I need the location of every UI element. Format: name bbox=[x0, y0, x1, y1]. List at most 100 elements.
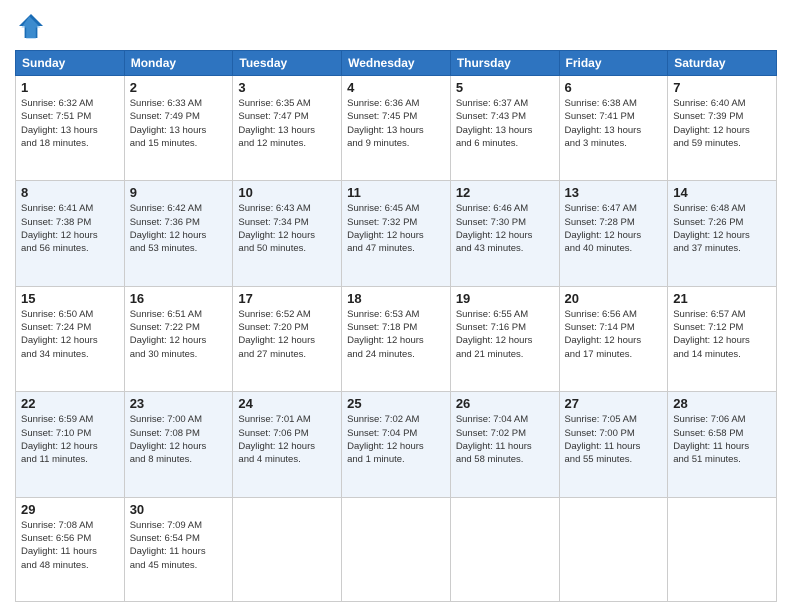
calendar-cell: 28 Sunrise: 7:06 AMSunset: 6:58 PMDayligh… bbox=[668, 392, 777, 497]
day-number: 12 bbox=[456, 185, 554, 200]
day-number: 15 bbox=[21, 291, 119, 306]
calendar-cell: 22Sunrise: 6:59 AMSunset: 7:10 PMDayligh… bbox=[16, 392, 125, 497]
calendar-cell: 24 Sunrise: 7:01 AMSunset: 7:06 PMDayligh… bbox=[233, 392, 342, 497]
calendar-cell: 12 Sunrise: 6:46 AMSunset: 7:30 PMDayligh… bbox=[450, 181, 559, 286]
day-number: 30 bbox=[130, 502, 228, 517]
calendar-cell bbox=[342, 497, 451, 601]
calendar-cell: 13 Sunrise: 6:47 AMSunset: 7:28 PMDayligh… bbox=[559, 181, 668, 286]
logo bbox=[15, 10, 51, 42]
calendar-week-2: 8 Sunrise: 6:41 AMSunset: 7:38 PMDaylight… bbox=[16, 181, 777, 286]
day-info: Sunrise: 6:32 AMSunset: 7:51 PMDaylight:… bbox=[21, 97, 119, 150]
day-number: 9 bbox=[130, 185, 228, 200]
day-info: Sunrise: 6:45 AMSunset: 7:32 PMDaylight:… bbox=[347, 202, 445, 255]
day-info: Sunrise: 6:35 AMSunset: 7:47 PMDaylight:… bbox=[238, 97, 336, 150]
weekday-tuesday: Tuesday bbox=[233, 51, 342, 76]
day-info: Sunrise: 6:55 AMSunset: 7:16 PMDaylight:… bbox=[456, 308, 554, 361]
day-number: 21 bbox=[673, 291, 771, 306]
day-number: 7 bbox=[673, 80, 771, 95]
calendar-week-5: 29 Sunrise: 7:08 AMSunset: 6:56 PMDayligh… bbox=[16, 497, 777, 601]
calendar-cell: 15 Sunrise: 6:50 AMSunset: 7:24 PMDayligh… bbox=[16, 286, 125, 391]
day-info: Sunrise: 6:57 AMSunset: 7:12 PMDaylight:… bbox=[673, 308, 771, 361]
calendar-week-3: 15 Sunrise: 6:50 AMSunset: 7:24 PMDayligh… bbox=[16, 286, 777, 391]
day-number: 11 bbox=[347, 185, 445, 200]
calendar-cell: 4 Sunrise: 6:36 AMSunset: 7:45 PMDaylight… bbox=[342, 76, 451, 181]
day-info: Sunrise: 6:47 AMSunset: 7:28 PMDaylight:… bbox=[565, 202, 663, 255]
header bbox=[15, 10, 777, 42]
day-info: Sunrise: 6:43 AMSunset: 7:34 PMDaylight:… bbox=[238, 202, 336, 255]
calendar-cell: 21 Sunrise: 6:57 AMSunset: 7:12 PMDayligh… bbox=[668, 286, 777, 391]
day-number: 19 bbox=[456, 291, 554, 306]
weekday-wednesday: Wednesday bbox=[342, 51, 451, 76]
day-info: Sunrise: 7:08 AMSunset: 6:56 PMDaylight:… bbox=[21, 519, 119, 572]
weekday-row: SundayMondayTuesdayWednesdayThursdayFrid… bbox=[16, 51, 777, 76]
day-info: Sunrise: 7:06 AMSunset: 6:58 PMDaylight:… bbox=[673, 413, 771, 466]
day-number: 27 bbox=[565, 396, 663, 411]
calendar-cell: 2 Sunrise: 6:33 AMSunset: 7:49 PMDaylight… bbox=[124, 76, 233, 181]
calendar-cell: 14Sunrise: 6:48 AMSunset: 7:26 PMDayligh… bbox=[668, 181, 777, 286]
day-info: Sunrise: 6:38 AMSunset: 7:41 PMDaylight:… bbox=[565, 97, 663, 150]
calendar-week-1: 1Sunrise: 6:32 AMSunset: 7:51 PMDaylight… bbox=[16, 76, 777, 181]
day-info: Sunrise: 6:56 AMSunset: 7:14 PMDaylight:… bbox=[565, 308, 663, 361]
calendar-cell: 11 Sunrise: 6:45 AMSunset: 7:32 PMDayligh… bbox=[342, 181, 451, 286]
calendar-cell: 23 Sunrise: 7:00 AMSunset: 7:08 PMDayligh… bbox=[124, 392, 233, 497]
day-info: Sunrise: 6:59 AMSunset: 7:10 PMDaylight:… bbox=[21, 413, 119, 466]
calendar-cell: 29 Sunrise: 7:08 AMSunset: 6:56 PMDayligh… bbox=[16, 497, 125, 601]
day-info: Sunrise: 7:09 AMSunset: 6:54 PMDaylight:… bbox=[130, 519, 228, 572]
weekday-thursday: Thursday bbox=[450, 51, 559, 76]
weekday-sunday: Sunday bbox=[16, 51, 125, 76]
calendar-cell: 6 Sunrise: 6:38 AMSunset: 7:41 PMDaylight… bbox=[559, 76, 668, 181]
day-number: 17 bbox=[238, 291, 336, 306]
day-number: 23 bbox=[130, 396, 228, 411]
logo-icon bbox=[15, 10, 47, 42]
calendar-cell: 16 Sunrise: 6:51 AMSunset: 7:22 PMDayligh… bbox=[124, 286, 233, 391]
calendar-week-4: 22Sunrise: 6:59 AMSunset: 7:10 PMDayligh… bbox=[16, 392, 777, 497]
day-number: 5 bbox=[456, 80, 554, 95]
day-number: 16 bbox=[130, 291, 228, 306]
weekday-saturday: Saturday bbox=[668, 51, 777, 76]
day-info: Sunrise: 6:40 AMSunset: 7:39 PMDaylight:… bbox=[673, 97, 771, 150]
day-number: 25 bbox=[347, 396, 445, 411]
day-info: Sunrise: 6:33 AMSunset: 7:49 PMDaylight:… bbox=[130, 97, 228, 150]
calendar-cell: 19 Sunrise: 6:55 AMSunset: 7:16 PMDayligh… bbox=[450, 286, 559, 391]
calendar-cell bbox=[450, 497, 559, 601]
calendar-header: SundayMondayTuesdayWednesdayThursdayFrid… bbox=[16, 51, 777, 76]
day-number: 29 bbox=[21, 502, 119, 517]
day-number: 4 bbox=[347, 80, 445, 95]
weekday-friday: Friday bbox=[559, 51, 668, 76]
calendar-cell: 1Sunrise: 6:32 AMSunset: 7:51 PMDaylight… bbox=[16, 76, 125, 181]
calendar-cell: 10 Sunrise: 6:43 AMSunset: 7:34 PMDayligh… bbox=[233, 181, 342, 286]
day-number: 13 bbox=[565, 185, 663, 200]
day-info: Sunrise: 6:46 AMSunset: 7:30 PMDaylight:… bbox=[456, 202, 554, 255]
calendar-cell bbox=[233, 497, 342, 601]
weekday-monday: Monday bbox=[124, 51, 233, 76]
calendar-body: 1Sunrise: 6:32 AMSunset: 7:51 PMDaylight… bbox=[16, 76, 777, 602]
day-info: Sunrise: 7:02 AMSunset: 7:04 PMDaylight:… bbox=[347, 413, 445, 466]
day-info: Sunrise: 7:04 AMSunset: 7:02 PMDaylight:… bbox=[456, 413, 554, 466]
day-number: 8 bbox=[21, 185, 119, 200]
day-info: Sunrise: 6:51 AMSunset: 7:22 PMDaylight:… bbox=[130, 308, 228, 361]
day-number: 20 bbox=[565, 291, 663, 306]
calendar-cell: 9Sunrise: 6:42 AMSunset: 7:36 PMDaylight… bbox=[124, 181, 233, 286]
day-number: 10 bbox=[238, 185, 336, 200]
day-info: Sunrise: 6:53 AMSunset: 7:18 PMDaylight:… bbox=[347, 308, 445, 361]
day-number: 18 bbox=[347, 291, 445, 306]
calendar-cell bbox=[668, 497, 777, 601]
day-info: Sunrise: 6:37 AMSunset: 7:43 PMDaylight:… bbox=[456, 97, 554, 150]
day-number: 2 bbox=[130, 80, 228, 95]
day-info: Sunrise: 7:05 AMSunset: 7:00 PMDaylight:… bbox=[565, 413, 663, 466]
day-info: Sunrise: 6:52 AMSunset: 7:20 PMDaylight:… bbox=[238, 308, 336, 361]
day-info: Sunrise: 6:36 AMSunset: 7:45 PMDaylight:… bbox=[347, 97, 445, 150]
day-info: Sunrise: 7:01 AMSunset: 7:06 PMDaylight:… bbox=[238, 413, 336, 466]
day-number: 6 bbox=[565, 80, 663, 95]
calendar: SundayMondayTuesdayWednesdayThursdayFrid… bbox=[15, 50, 777, 602]
calendar-cell: 5 Sunrise: 6:37 AMSunset: 7:43 PMDaylight… bbox=[450, 76, 559, 181]
day-number: 28 bbox=[673, 396, 771, 411]
day-info: Sunrise: 7:00 AMSunset: 7:08 PMDaylight:… bbox=[130, 413, 228, 466]
calendar-cell: 17 Sunrise: 6:52 AMSunset: 7:20 PMDayligh… bbox=[233, 286, 342, 391]
day-info: Sunrise: 6:41 AMSunset: 7:38 PMDaylight:… bbox=[21, 202, 119, 255]
day-number: 14 bbox=[673, 185, 771, 200]
day-number: 3 bbox=[238, 80, 336, 95]
calendar-cell: 7 Sunrise: 6:40 AMSunset: 7:39 PMDaylight… bbox=[668, 76, 777, 181]
day-number: 24 bbox=[238, 396, 336, 411]
day-info: Sunrise: 6:50 AMSunset: 7:24 PMDaylight:… bbox=[21, 308, 119, 361]
